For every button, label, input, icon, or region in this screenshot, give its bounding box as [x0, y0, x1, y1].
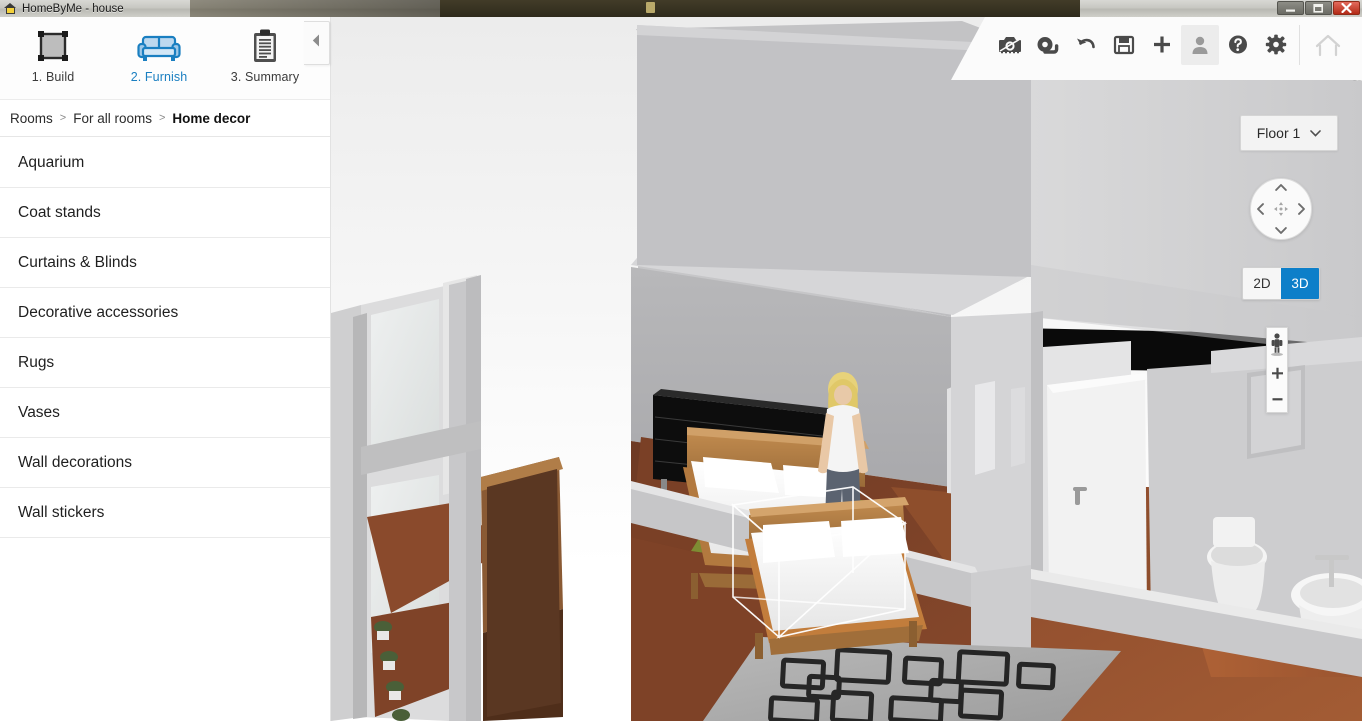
zoom-out-button[interactable] — [1267, 386, 1287, 412]
clipboard-icon — [251, 27, 279, 63]
application-window: Floor 1 2D 3D 1. Build 2. Furnish 3. Sum… — [0, 17, 1362, 721]
settings-gear-icon[interactable] — [1257, 25, 1295, 65]
toolbar-divider — [1299, 24, 1300, 65]
breadcrumb-item-for-all-rooms[interactable]: For all rooms — [73, 111, 152, 126]
list-item-decorative-accessories[interactable]: Decorative accessories — [0, 288, 330, 338]
floor-selector-label: Floor 1 — [1256, 125, 1301, 141]
list-item-wall-stickers[interactable]: Wall stickers — [0, 488, 330, 538]
list-item-curtains-blinds[interactable]: Curtains & Blinds — [0, 238, 330, 288]
list-item-coat-stands[interactable]: Coat stands — [0, 188, 330, 238]
top-toolbar — [951, 17, 1362, 80]
left-sidebar: 1. Build 2. Furnish 3. Summary Rooms > F… — [0, 17, 331, 721]
step-tab-furnish[interactable]: 2. Furnish — [106, 27, 212, 84]
close-button[interactable] — [1333, 1, 1360, 15]
floor-selector[interactable]: Floor 1 — [1240, 115, 1338, 151]
3d-viewport[interactable]: Floor 1 2D 3D — [331, 17, 1362, 721]
minimize-button[interactable] — [1277, 1, 1304, 15]
house-icon — [4, 2, 17, 15]
list-item-wall-decorations[interactable]: Wall decorations — [0, 438, 330, 488]
measure-tape-icon[interactable] — [1029, 25, 1067, 65]
view-mode-2d-button[interactable]: 2D — [1243, 268, 1281, 299]
toolbar-panel — [951, 17, 1362, 80]
screenshot-camera-icon[interactable] — [991, 25, 1029, 65]
step-tab-summary-label: 3. Summary — [230, 70, 300, 84]
3d-scene[interactable] — [331, 17, 1362, 721]
breadcrumb-separator-2: > — [158, 112, 166, 124]
zoom-control — [1266, 327, 1288, 413]
sidebar-collapse-button[interactable] — [304, 21, 330, 65]
person-walkthrough-icon[interactable] — [1267, 328, 1287, 360]
title-bar-background-artifact — [190, 0, 440, 17]
chevron-left-icon — [312, 34, 321, 52]
chevron-down-icon — [1310, 124, 1322, 142]
view-mode-toggle: 2D 3D — [1242, 267, 1320, 300]
move-crosshair-icon[interactable] — [1274, 202, 1289, 217]
undo-icon[interactable] — [1067, 25, 1105, 65]
chevron-right-icon[interactable] — [1297, 203, 1306, 216]
chevron-left-icon[interactable] — [1256, 203, 1265, 216]
help-question-icon[interactable] — [1219, 25, 1257, 65]
category-list: Aquarium Coat stands Curtains & Blinds D… — [0, 138, 330, 721]
floorplan-square-icon — [36, 27, 70, 63]
window-title: HomeByMe - house — [22, 2, 124, 15]
user-avatar-icon[interactable] — [1181, 24, 1219, 65]
step-tabs: 1. Build 2. Furnish 3. Summary — [0, 17, 330, 100]
step-tab-summary[interactable]: 3. Summary — [212, 27, 318, 84]
sofa-icon — [137, 27, 181, 63]
save-floppy-icon[interactable] — [1105, 25, 1143, 65]
list-item-rugs[interactable]: Rugs — [0, 338, 330, 388]
zoom-in-button[interactable] — [1267, 360, 1287, 386]
breadcrumb-item-rooms[interactable]: Rooms — [10, 111, 53, 126]
step-tab-build-label: 1. Build — [31, 70, 75, 84]
breadcrumb-separator: > — [59, 112, 67, 124]
chevron-up-icon[interactable] — [1275, 183, 1288, 192]
list-item-vases[interactable]: Vases — [0, 388, 330, 438]
title-bar-background-artifact-2 — [440, 0, 1080, 17]
add-plus-icon[interactable] — [1143, 25, 1181, 65]
window-title-bar: HomeByMe - house — [0, 0, 1362, 17]
step-tab-furnish-label: 2. Furnish — [130, 70, 188, 84]
breadcrumb-item-home-decor: Home decor — [172, 110, 251, 126]
restore-button[interactable] — [1305, 1, 1332, 15]
view-mode-3d-button[interactable]: 3D — [1281, 268, 1319, 299]
step-tab-build[interactable]: 1. Build — [0, 27, 106, 84]
home-outline-icon[interactable] — [1304, 17, 1352, 76]
title-bar-background-artifact-3 — [646, 2, 655, 13]
list-item-aquarium[interactable]: Aquarium — [0, 138, 330, 188]
chevron-down-icon[interactable] — [1275, 226, 1288, 235]
breadcrumb: Rooms > For all rooms > Home decor — [0, 100, 330, 137]
camera-pan-pad[interactable] — [1250, 178, 1312, 240]
window-controls — [1277, 1, 1360, 15]
